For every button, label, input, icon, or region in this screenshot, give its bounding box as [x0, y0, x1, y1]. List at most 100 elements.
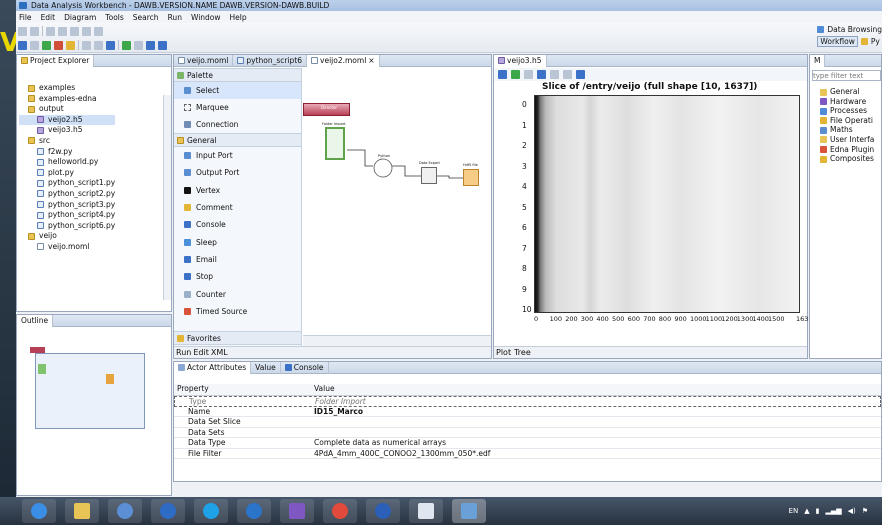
palette-item[interactable]: Console	[174, 216, 301, 233]
zoom-out-icon[interactable]	[158, 40, 167, 50]
perspective-data-browsing[interactable]: Data Browsing	[817, 25, 882, 34]
palette-header[interactable]: Palette	[174, 68, 301, 82]
tab-veijo-moml[interactable]: veijo.moml	[174, 54, 234, 67]
chrome-taskbar-icon[interactable]	[323, 499, 357, 523]
app3-taskbar-icon[interactable]	[366, 499, 400, 523]
palette-marquee[interactable]: Marquee	[174, 99, 301, 116]
palette-connection[interactable]: Connection	[174, 116, 301, 133]
axis-icon[interactable]	[511, 70, 520, 79]
palette-general-group[interactable]: General	[174, 133, 301, 147]
table-row[interactable]: File Filter 4PdA_4mm_400C_CONOO2_1300mm_0…	[174, 449, 881, 459]
tab-veijo3-h5[interactable]: veijo3.h5	[494, 54, 547, 67]
undo-icon[interactable]	[46, 26, 55, 36]
tray-expand-icon[interactable]: ▲	[804, 507, 809, 515]
app-taskbar-icon[interactable]	[108, 499, 142, 523]
actor-category[interactable]: Edna Plugin	[820, 145, 874, 155]
tab-console[interactable]: Console	[281, 361, 329, 374]
hdf5-node[interactable]	[463, 169, 479, 186]
actor-category[interactable]: Processes	[820, 106, 874, 116]
layout-icon[interactable]	[106, 40, 115, 50]
palette-item[interactable]: Timed Source	[174, 303, 301, 320]
tab-project-explorer[interactable]: Project Explorer	[17, 54, 95, 67]
tab-tree[interactable]: Tree	[514, 348, 531, 357]
app2-taskbar-icon[interactable]	[280, 499, 314, 523]
flag-icon[interactable]: ⚑	[862, 507, 868, 515]
actor-category[interactable]: Hardware	[820, 97, 874, 107]
actor-category[interactable]: User Interfa	[820, 135, 874, 145]
value-cell[interactable]	[311, 417, 881, 427]
perspective-py[interactable]: Py	[871, 37, 880, 46]
build-icon[interactable]	[18, 40, 27, 50]
print-icon[interactable]	[576, 70, 585, 79]
palette-select[interactable]: Select	[174, 82, 301, 99]
value-cell[interactable]	[311, 428, 881, 438]
table-row[interactable]: Data Set Slice	[174, 417, 881, 428]
settings-icon[interactable]	[30, 40, 39, 50]
menu-tools[interactable]: Tools	[105, 13, 123, 22]
filter-input[interactable]	[812, 70, 881, 81]
tree-item[interactable]: f2w.py	[19, 147, 115, 158]
menu-edit[interactable]: Edit	[41, 13, 56, 22]
value-cell[interactable]: Complete data as numerical arrays	[311, 438, 881, 448]
zoom-icon[interactable]	[537, 70, 546, 79]
value-cell[interactable]: ID15_Marco	[311, 407, 881, 417]
table-row[interactable]: Data Sets	[174, 428, 881, 438]
palette-item[interactable]: Comment	[174, 199, 301, 216]
skype-taskbar-icon[interactable]	[194, 499, 228, 523]
tree-item[interactable]: helloworld.py	[19, 157, 115, 168]
tab-plot[interactable]: Plot	[496, 348, 511, 357]
tree-item[interactable]: python_script3.py	[19, 200, 115, 211]
copy-icon[interactable]	[82, 26, 91, 36]
tab-run[interactable]: Run	[176, 348, 191, 357]
crosshair-icon[interactable]	[524, 70, 533, 79]
network-icon[interactable]: ▂▄▆	[825, 507, 841, 515]
palette-item[interactable]: Stop	[174, 268, 301, 285]
nav-back-icon[interactable]	[82, 40, 91, 50]
plot-image[interactable]	[534, 95, 800, 313]
value-cell[interactable]: 4PdA_4mm_400C_CONOO2_1300mm_050*.edf	[311, 449, 881, 459]
edit-icon[interactable]	[66, 40, 75, 50]
tree-item[interactable]: python_script6.py	[19, 221, 115, 232]
palette-item[interactable]: Output Port	[174, 164, 301, 181]
palette-item[interactable]: Vertex	[174, 182, 301, 199]
tree-item[interactable]: examples-edna	[19, 94, 115, 105]
tree-scrollbar[interactable]	[163, 95, 171, 300]
close-icon[interactable]: ×	[368, 56, 374, 65]
perspective-workflow[interactable]: Workflow	[817, 36, 858, 47]
export-icon[interactable]	[563, 70, 572, 79]
canvas-hscrollbar[interactable]	[303, 335, 491, 346]
table-row[interactable]: Data Type Complete data as numerical arra…	[174, 438, 881, 449]
tab-xml[interactable]: XML	[211, 348, 228, 357]
actor-category[interactable]: Maths	[820, 125, 874, 135]
run-icon[interactable]	[42, 40, 51, 50]
tree-item[interactable]: veijo3.h5	[19, 125, 115, 136]
save-icon[interactable]	[30, 26, 39, 36]
zoom-in-icon[interactable]	[146, 40, 155, 50]
volume-icon[interactable]: ◀)	[848, 507, 856, 515]
menu-window[interactable]: Window	[191, 13, 221, 22]
tab-python-script6[interactable]: python_script6	[233, 54, 308, 67]
tab-actor-palette[interactable]: M	[810, 54, 826, 67]
workflow-canvas[interactable]: Director Folder Import Python Data Expor…	[303, 68, 491, 336]
actor-category[interactable]: File Operati	[820, 116, 874, 126]
tree-item[interactable]: plot.py	[19, 168, 115, 179]
menu-run[interactable]: Run	[168, 13, 182, 22]
tab-outline[interactable]: Outline	[17, 314, 54, 327]
tree-item[interactable]: python_script4.py	[19, 210, 115, 221]
data-export-node[interactable]	[421, 167, 437, 184]
tab-edit[interactable]: Edit	[193, 348, 209, 357]
tab-actor-attributes[interactable]: Actor Attributes	[174, 361, 252, 374]
menu-help[interactable]: Help	[230, 13, 247, 22]
actor-category[interactable]: General	[820, 87, 874, 97]
play-icon[interactable]	[122, 40, 131, 50]
nav-forward-icon[interactable]	[94, 40, 103, 50]
tree-item[interactable]: python_script2.py	[19, 189, 115, 200]
tree-item[interactable]: output	[19, 104, 115, 115]
palette-favorites-group[interactable]: Favorites	[174, 331, 301, 345]
redo-icon[interactable]	[58, 26, 67, 36]
plot-settings-icon[interactable]	[498, 70, 507, 79]
menu-file[interactable]: File	[19, 13, 32, 22]
start-button[interactable]	[22, 499, 56, 523]
battery-icon[interactable]: ▮	[816, 507, 820, 515]
menu-diagram[interactable]: Diagram	[64, 13, 96, 22]
